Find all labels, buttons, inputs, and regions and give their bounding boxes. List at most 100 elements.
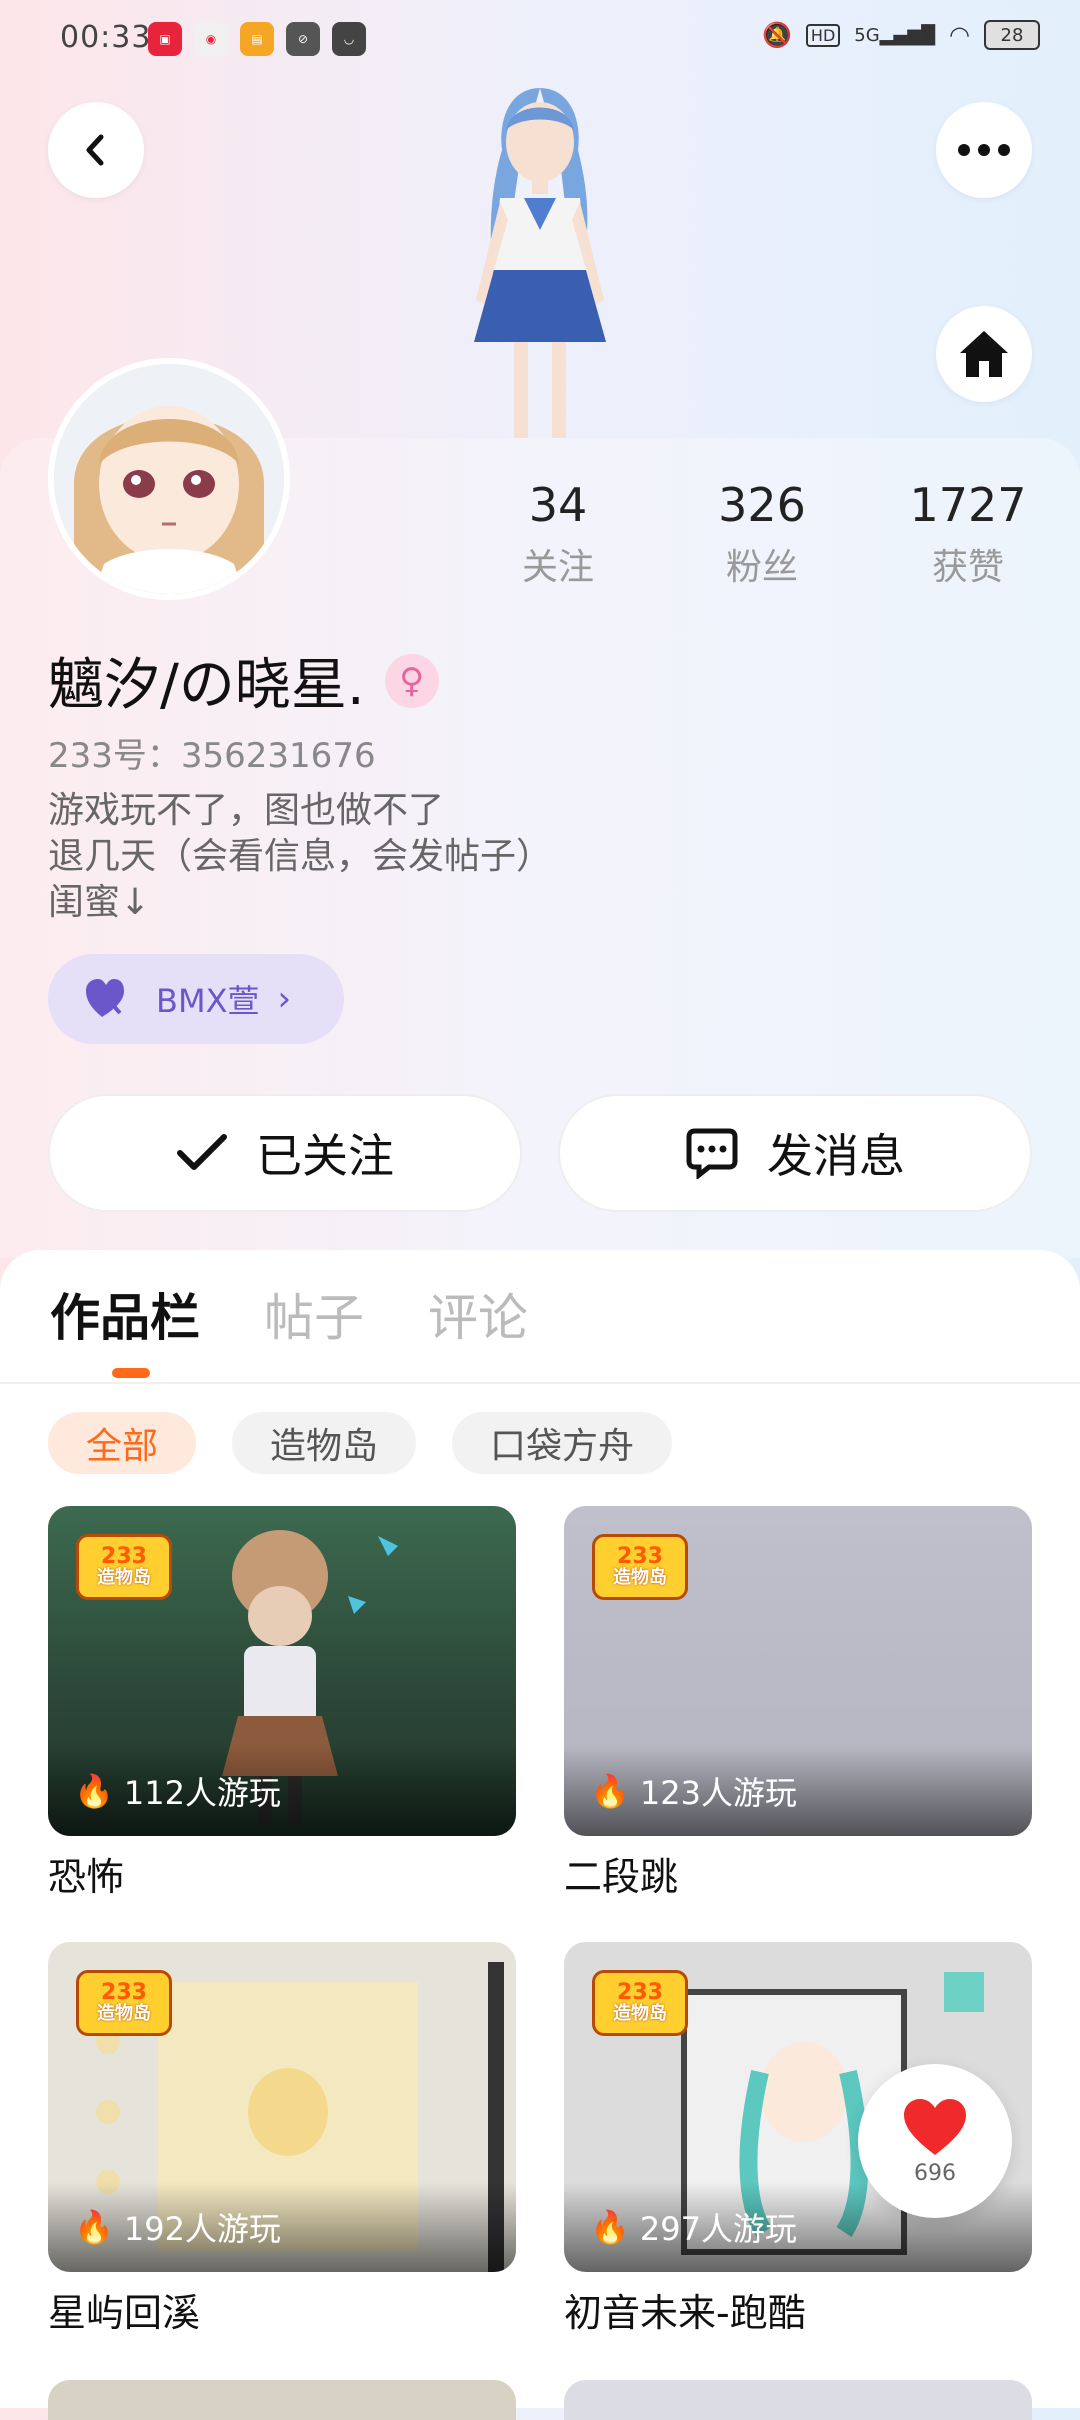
stat-likes[interactable]: 1727 获赞	[888, 478, 1048, 590]
bestie-tag-button[interactable]: BMX萱 ›	[48, 954, 344, 1044]
avatar-image	[54, 364, 284, 594]
more-icon	[958, 144, 1010, 156]
female-gender-icon: ♀	[384, 653, 439, 708]
double-heart-icon	[86, 979, 124, 1017]
stat-label: 粉丝	[725, 547, 798, 588]
badge-line2: 造物岛	[613, 2003, 667, 2024]
play-count-text: 123人游玩	[639, 1774, 797, 1812]
check-icon	[177, 1134, 227, 1170]
tab-comments[interactable]: 评论	[428, 1278, 528, 1350]
work-title: 星屿回溪	[48, 2291, 201, 2335]
badge-line2: 造物岛	[97, 2003, 151, 2024]
filter-all[interactable]: 全部	[48, 1412, 197, 1474]
work-title: 二段跳	[564, 1855, 679, 1899]
play-count-text: 192人游玩	[123, 2210, 281, 2248]
status-time: 00:33	[60, 20, 152, 55]
bio-line: 退几天（会看信息，会发帖子）	[48, 836, 553, 877]
bio-line: 游戏玩不了，图也做不了	[48, 790, 445, 831]
chevron-right-icon: ›	[277, 979, 292, 1019]
app-notification-icon: ◡	[332, 22, 366, 56]
profile-name: 魑汐/の晓星.	[48, 653, 365, 718]
battery-level: 28	[1000, 24, 1024, 46]
gender-symbol: ♀	[399, 660, 425, 701]
back-button[interactable]	[48, 102, 144, 198]
wifi-icon: ◠	[949, 21, 970, 49]
avatar[interactable]	[48, 358, 290, 600]
flame-icon: 🔥	[590, 2208, 630, 2246]
work-thumbnail: 233 造物岛 🔥 123人游玩	[564, 1506, 1032, 1836]
play-count-text: 297人游玩	[639, 2210, 797, 2248]
heart-icon	[904, 2098, 966, 2155]
tab-divider	[0, 1382, 1080, 1384]
like-button[interactable]: 696	[858, 2064, 1012, 2218]
profile-tabs: 作品栏 帖子 评论	[50, 1278, 528, 1350]
stat-value: 1727	[909, 478, 1027, 532]
play-count-text: 112人游玩	[123, 1774, 281, 1812]
creation-island-badge: 233 造物岛	[592, 1970, 688, 2036]
badge-line1: 233	[617, 1980, 663, 2005]
app-notification-icon: ◉	[194, 22, 228, 56]
creation-island-badge: 233 造物岛	[592, 1534, 688, 1600]
work-card[interactable]: 233 造物岛 🔥 123人游玩 二段跳	[564, 1506, 1032, 1901]
follow-label: 已关注	[256, 1129, 394, 1183]
signal-icon: 5G▂▄▆█	[854, 24, 936, 46]
profile-bio: 游戏玩不了，图也做不了 退几天（会看信息，会发帖子） 闺蜜↓	[48, 788, 552, 926]
message-button[interactable]: 发消息	[558, 1094, 1032, 1212]
work-card-partial[interactable]	[48, 2380, 516, 2420]
work-card[interactable]: 233 造物岛 🔥 192人游玩 星屿回溪	[48, 1942, 516, 2337]
message-label: 发消息	[767, 1129, 905, 1183]
avatar-character-figure	[474, 88, 606, 438]
stat-following[interactable]: 34 关注	[478, 478, 638, 590]
play-count: 🔥 192人游玩	[48, 2182, 516, 2272]
stat-followers[interactable]: 326 粉丝	[682, 478, 842, 590]
back-arrow-icon	[86, 134, 104, 166]
system-status: 🔕 HD 5G▂▄▆█ ◠ 28	[762, 20, 1040, 50]
work-title: 初音未来-跑酷	[564, 2291, 806, 2335]
tab-posts[interactable]: 帖子	[264, 1278, 364, 1350]
chat-bubble-icon	[686, 1128, 738, 1179]
stat-label: 关注	[521, 547, 594, 588]
tab-active-indicator	[112, 1368, 150, 1378]
more-button[interactable]	[936, 102, 1032, 198]
badge-line1: 233	[101, 1980, 147, 2005]
filter-creation-island[interactable]: 造物岛	[232, 1412, 417, 1474]
creation-island-badge: 233 造物岛	[76, 1534, 172, 1600]
badge-line2: 造物岛	[613, 1567, 667, 1588]
tag-label: BMX萱	[156, 982, 260, 1020]
badge-line2: 造物岛	[97, 1567, 151, 1588]
creation-island-badge: 233 造物岛	[76, 1970, 172, 2036]
badge-line1: 233	[101, 1544, 147, 1569]
flame-icon: 🔥	[590, 1772, 630, 1810]
user-id[interactable]: 233号：356231676	[48, 728, 376, 777]
play-count: 🔥 112人游玩	[48, 1746, 516, 1836]
mute-icon: 🔕	[762, 21, 792, 49]
stat-value: 326	[718, 478, 806, 532]
play-count: 🔥 123人游玩	[564, 1746, 1032, 1836]
work-title: 恐怖	[48, 1855, 125, 1899]
hd-icon: HD	[805, 23, 841, 47]
flame-icon: 🔥	[74, 2208, 114, 2246]
like-count: 696	[914, 2160, 956, 2186]
work-filters: 全部 造物岛 口袋方舟	[48, 1412, 673, 1474]
network-type: 5G	[854, 24, 880, 46]
bio-line: 闺蜜↓	[48, 882, 151, 923]
stat-value: 34	[528, 478, 588, 532]
filter-pocket-ark[interactable]: 口袋方舟	[452, 1412, 673, 1474]
app-notification-icon: ⊘	[286, 22, 320, 56]
notification-icons: ▣ ◉ ▤ ⊘ ◡	[148, 22, 366, 56]
app-notification-icon: ▣	[148, 22, 182, 56]
work-thumbnail: 233 造物岛 🔥 112人游玩	[48, 1506, 516, 1836]
battery-icon: 28	[984, 20, 1040, 50]
work-card[interactable]: 233 造物岛 🔥 112人游玩 恐怖	[48, 1506, 516, 1901]
work-card-partial[interactable]	[564, 2380, 1032, 2420]
flame-icon: 🔥	[74, 1772, 114, 1810]
app-notification-icon: ▤	[240, 22, 274, 56]
follow-button[interactable]: 已关注	[48, 1094, 522, 1212]
badge-line1: 233	[617, 1544, 663, 1569]
home-button[interactable]	[936, 306, 1032, 402]
work-thumbnail: 233 造物岛 🔥 192人游玩	[48, 1942, 516, 2272]
status-bar: 00:33 ▣ ◉ ▤ ⊘ ◡ 🔕 HD 5G▂▄▆█ ◠ 28	[0, 0, 1080, 80]
profile-name-row: 魑汐/の晓星. ♀	[48, 640, 439, 721]
home-icon	[960, 331, 1008, 377]
tab-works[interactable]: 作品栏	[50, 1278, 200, 1350]
